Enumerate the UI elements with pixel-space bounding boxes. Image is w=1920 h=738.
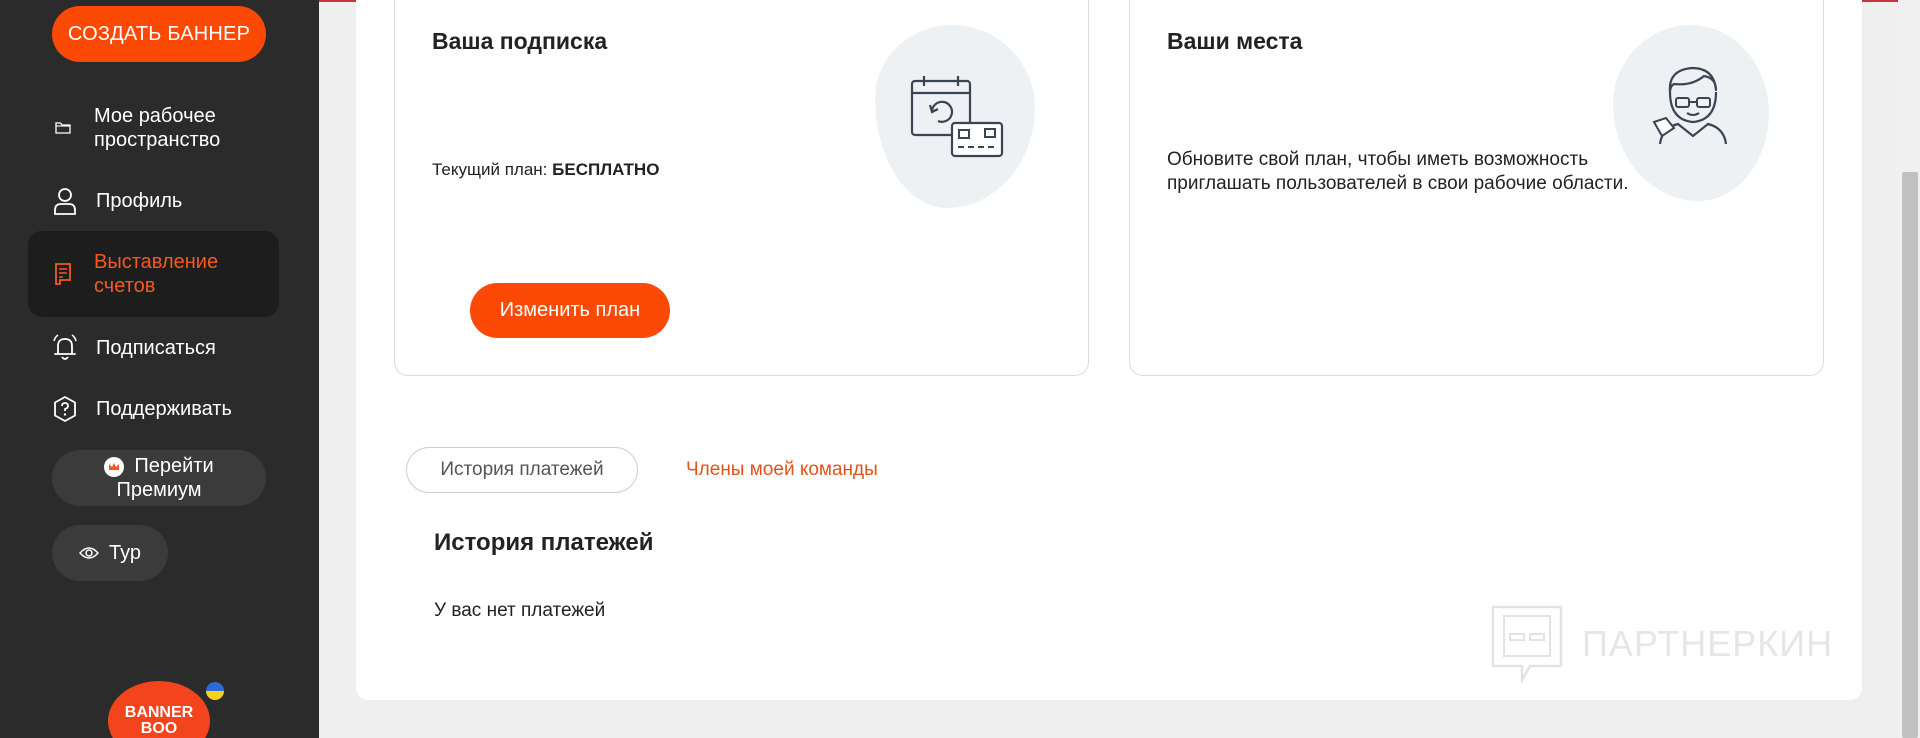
eye-icon — [79, 546, 99, 560]
sidebar-item-label: Поддерживать — [96, 398, 232, 420]
payment-history-title: История платежей — [434, 529, 654, 556]
sidebar-item-label: Профиль — [96, 190, 183, 212]
tab-team-members[interactable]: Члены моей команды — [686, 447, 878, 493]
user-avatar-icon — [1652, 66, 1728, 145]
tour-label: Тур — [109, 542, 141, 564]
folder-icon — [48, 121, 78, 135]
sidebar-item-support[interactable]: Поддерживать — [28, 388, 279, 430]
bell-icon — [50, 334, 80, 362]
user-icon — [50, 187, 80, 215]
tour-button[interactable]: Тур — [52, 525, 168, 581]
sidebar-item-billing[interactable]: Выставление счетов — [28, 231, 279, 317]
question-icon — [50, 395, 80, 423]
watermark-text: ПАРТНЕРКИН — [1582, 623, 1834, 664]
sidebar-item-label: Мое рабочее пространство — [94, 105, 221, 151]
seats-title: Ваши места — [1167, 28, 1303, 54]
calendar-card-icon — [910, 76, 1004, 158]
plan-label: Текущий план: — [432, 160, 548, 179]
current-plan: Текущий план: БЕСПЛАТНО — [432, 160, 659, 180]
go-premium-button[interactable]: Перейти Премиум — [52, 450, 266, 506]
subscription-card: Ваша подписка Текущий план: БЕСПЛАТНО Из… — [394, 0, 1089, 376]
scrollbar-thumb[interactable] — [1902, 172, 1918, 738]
plan-value: БЕСПЛАТНО — [552, 160, 660, 179]
change-plan-button[interactable]: Изменить план — [470, 283, 670, 338]
partnerkin-watermark: ПАРТНЕРКИН — [1490, 604, 1833, 684]
billing-panel: Ваша подписка Текущий план: БЕСПЛАТНО Из… — [356, 0, 1862, 700]
crown-icon — [104, 456, 125, 477]
sidebar-item-workspace[interactable]: Мое рабочее пространство — [28, 100, 279, 156]
sidebar-item-profile[interactable]: Профиль — [28, 180, 279, 222]
tab-payment-history[interactable]: История платежей — [406, 447, 638, 493]
sidebar-item-label: Выставление счетов — [94, 251, 219, 297]
sidebar-item-subscribe[interactable]: Подписаться — [28, 327, 279, 369]
subscription-title: Ваша подписка — [432, 28, 608, 54]
seats-description: Обновите свой план, чтобы иметь возможно… — [1167, 149, 1629, 194]
sidebar: СОЗДАТЬ БАННЕР Мое рабочее пространство … — [0, 0, 319, 738]
create-banner-button[interactable]: СОЗДАТЬ БАННЕР — [52, 6, 266, 62]
no-payments-text: У вас нет платежей — [434, 600, 606, 621]
seats-card: Ваши места Обновите свой план, чтобы име… — [1129, 0, 1824, 376]
sidebar-item-label: Подписаться — [96, 337, 216, 359]
bannerboo-logo: BANNER BOO — [108, 681, 210, 738]
receipt-icon — [48, 262, 78, 286]
ukraine-flag-icon — [206, 682, 224, 700]
watermark-logo-icon — [1491, 605, 1563, 684]
premium-label: Перейти Премиум — [116, 455, 214, 501]
